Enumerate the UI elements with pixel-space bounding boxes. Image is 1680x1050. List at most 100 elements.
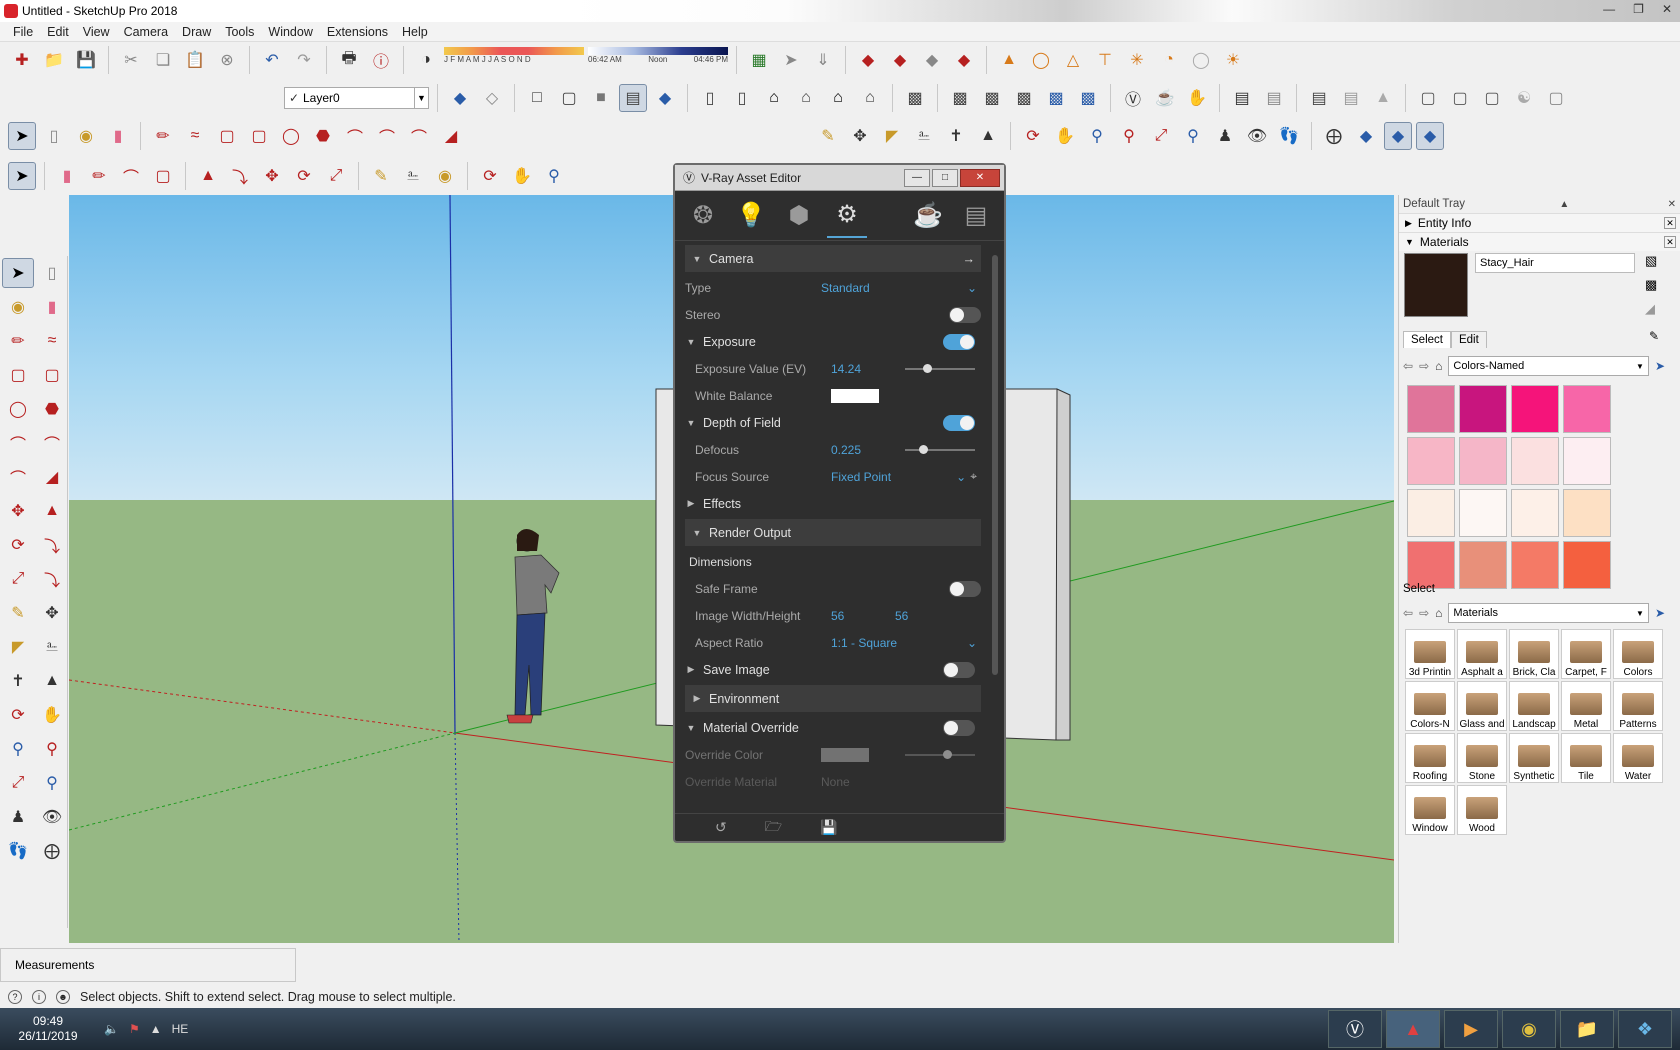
create-material-icon[interactable]: ▩: [1645, 277, 1657, 293]
axes-tool-icon[interactable]: ✝: [942, 122, 970, 150]
follow-me-icon[interactable]: ⤵: [36, 530, 68, 560]
shaded-textures-icon[interactable]: ▤: [619, 84, 647, 112]
position-camera-icon[interactable]: ♟: [2, 802, 34, 832]
color-swatch[interactable]: [1563, 437, 1611, 485]
menu-help[interactable]: Help: [395, 22, 435, 41]
vray-light-icon-6[interactable]: ◔: [1155, 46, 1183, 74]
line-tool-icon[interactable]: ✏: [149, 122, 177, 150]
library-folder-item[interactable]: Wood: [1457, 785, 1507, 835]
position-camera-icon[interactable]: ♟: [1211, 122, 1239, 150]
details-arrow-icon[interactable]: ➤: [1655, 606, 1665, 620]
3d-text-icon[interactable]: ▲: [36, 666, 68, 696]
exposure-slider[interactable]: [905, 363, 975, 373]
undo-icon[interactable]: ↶: [258, 46, 286, 74]
library-folder-item[interactable]: Carpet, F: [1561, 629, 1611, 679]
freehand-tool-icon[interactable]: ≈: [36, 326, 68, 356]
library-folder-item[interactable]: Stone: [1457, 733, 1507, 783]
axes-tool-icon[interactable]: ✝: [2, 666, 34, 696]
file-explorer-icon[interactable]: 📁: [1560, 1010, 1614, 1048]
color-swatch[interactable]: [1563, 541, 1611, 589]
cut-icon[interactable]: ✂: [117, 46, 145, 74]
solid-split-icon[interactable]: ▩: [1074, 84, 1102, 112]
material-name-field[interactable]: Stacy_Hair: [1475, 253, 1635, 273]
vray-light-icon-7[interactable]: ◯: [1187, 46, 1215, 74]
tape-measure-icon[interactable]: ✎: [814, 122, 842, 150]
color-swatch[interactable]: [1407, 489, 1455, 537]
rotate-icon[interactable]: ⟳: [2, 530, 34, 560]
eraser-icon[interactable]: ▮: [104, 122, 132, 150]
library-folder-item[interactable]: Patterns: [1613, 681, 1663, 731]
menu-draw[interactable]: Draw: [175, 22, 218, 41]
override-material-dropdown[interactable]: None: [821, 775, 981, 789]
polygon-tool-icon[interactable]: ⬣: [36, 394, 68, 424]
zoom-icon[interactable]: ⚲: [1083, 122, 1111, 150]
menu-tools[interactable]: Tools: [218, 22, 261, 41]
rotated-rectangle-icon[interactable]: ▢: [245, 122, 273, 150]
home-icon[interactable]: ⌂: [1435, 606, 1442, 620]
library-folder-item[interactable]: Metal: [1561, 681, 1611, 731]
paint-bucket-icon[interactable]: ◉: [431, 162, 459, 190]
library-folder-item[interactable]: 3d Printin: [1405, 629, 1455, 679]
push-pull-icon[interactable]: ▲: [194, 162, 222, 190]
rotate-icon[interactable]: ⟳: [290, 162, 318, 190]
vray-cube-icon[interactable]: ▢: [1446, 84, 1474, 112]
shadows-toggle-icon[interactable]: ◑: [412, 46, 440, 74]
color-swatch[interactable]: [1511, 437, 1559, 485]
zoom-icon[interactable]: ⚲: [540, 162, 568, 190]
look-around-icon[interactable]: 👁: [1243, 122, 1271, 150]
show-hidden-icons-icon[interactable]: ▲: [150, 1022, 162, 1036]
frame-buffer-icon[interactable]: ▤: [956, 194, 996, 238]
override-color-slider[interactable]: [905, 749, 975, 759]
defocus-slider[interactable]: [905, 444, 975, 454]
component-tool-icon[interactable]: ▯: [36, 258, 68, 288]
section-cuts-icon[interactable]: ◆: [1384, 122, 1412, 150]
hidden-line-icon[interactable]: ▢: [555, 84, 583, 112]
stereo-toggle[interactable]: [949, 306, 981, 323]
materials-tab-icon[interactable]: ❂: [683, 194, 723, 238]
color-swatch[interactable]: [1563, 385, 1611, 433]
scale-icon[interactable]: ⤢: [2, 564, 34, 594]
exposure-toggle[interactable]: [943, 333, 975, 350]
forward-arrow-icon[interactable]: ⇨: [1419, 606, 1429, 620]
paint-bucket-icon[interactable]: ◉: [72, 122, 100, 150]
eraser-icon[interactable]: ▮: [53, 162, 81, 190]
sketchup-app-icon[interactable]: ▲: [1386, 1010, 1440, 1048]
geometry-tab-icon[interactable]: ⬢: [779, 194, 819, 238]
dropdown-arrow-icon[interactable]: ▼: [414, 88, 428, 108]
back-arrow-icon[interactable]: ⇦: [1403, 359, 1413, 373]
library-folder-item[interactable]: Roofing: [1405, 733, 1455, 783]
save-icon[interactable]: 💾: [72, 46, 100, 74]
paint-bucket-icon[interactable]: ◉: [2, 292, 34, 322]
vray-app-icon[interactable]: Ⓥ: [1328, 1010, 1382, 1048]
menu-file[interactable]: File: [6, 22, 40, 41]
shadow-date-slider[interactable]: J F M A M J J A S O N D: [444, 45, 584, 75]
library-folder-item[interactable]: Landscap: [1509, 681, 1559, 731]
vray-title-bar[interactable]: Ⓥ V-Ray Asset Editor — □ ✕: [675, 165, 1004, 191]
solid-intersect-icon[interactable]: ▩: [1010, 84, 1038, 112]
erase-icon[interactable]: ⊗: [213, 46, 241, 74]
menu-window[interactable]: Window: [261, 22, 319, 41]
front-view-icon[interactable]: ⌂: [760, 84, 788, 112]
entity-info-panel[interactable]: ▶ Entity Info ✕: [1399, 213, 1680, 232]
vray-render-icon[interactable]: ☕: [1151, 84, 1179, 112]
get-models-icon[interactable]: ⇓: [809, 46, 837, 74]
solid-trim-icon[interactable]: ▩: [1042, 84, 1070, 112]
sketchup-app-icon[interactable]: [4, 4, 18, 18]
material-override-toggle[interactable]: [943, 719, 975, 736]
vray-light-icon-3[interactable]: △: [1059, 46, 1087, 74]
vray-frame-buffer-icon[interactable]: ▤: [1305, 84, 1333, 112]
chevron-down-icon[interactable]: ⌄: [956, 470, 966, 484]
menu-edit[interactable]: Edit: [40, 22, 76, 41]
display-secondary-icon[interactable]: ▧: [1645, 253, 1657, 269]
zoom-window-icon[interactable]: ⚲: [1115, 122, 1143, 150]
text-tool-icon[interactable]: ⎁: [36, 632, 68, 662]
component-tool-icon[interactable]: ▯: [40, 122, 68, 150]
library-folder-item[interactable]: Water: [1613, 733, 1663, 783]
vray-fur-icon[interactable]: ☯: [1510, 84, 1538, 112]
shaded-icon[interactable]: ■: [587, 84, 615, 112]
rectangle-tool-icon[interactable]: ▢: [2, 360, 34, 390]
dimension-icon[interactable]: ✥: [36, 598, 68, 628]
depth-of-field-section[interactable]: ▼ Depth of Field: [685, 409, 981, 436]
move-icon[interactable]: ✥: [2, 496, 34, 526]
vray-scrollbar[interactable]: [992, 255, 998, 675]
